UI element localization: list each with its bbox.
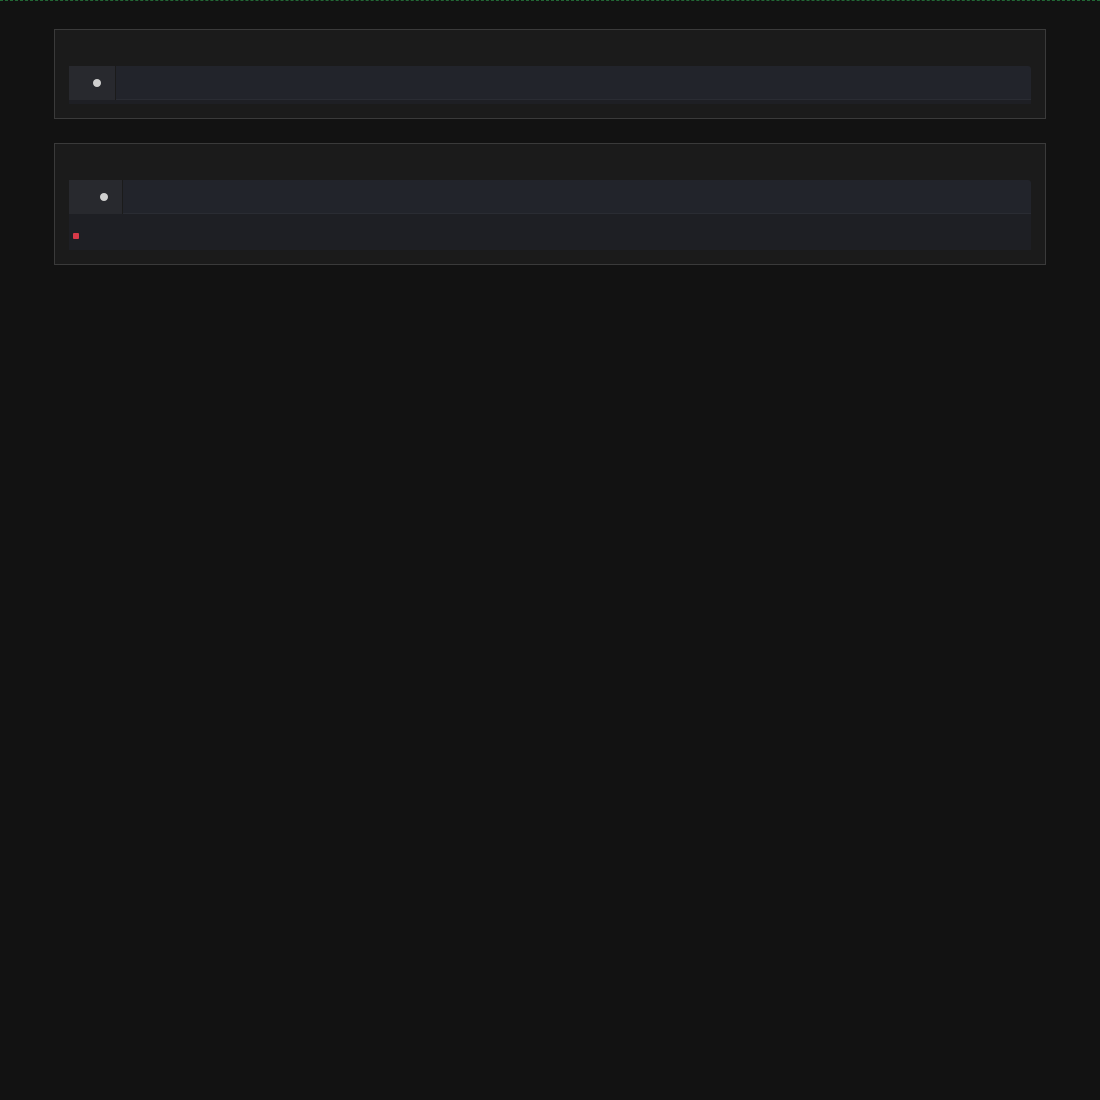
editor-tab[interactable] [69, 180, 123, 214]
editor-tabbar [69, 180, 1031, 214]
breakpoint-icon[interactable] [69, 222, 83, 246]
page [0, 0, 1100, 1100]
code-editor[interactable] [69, 100, 1031, 104]
step1-title [55, 30, 1045, 66]
dirty-indicator-icon [100, 193, 108, 201]
step2-panel [54, 143, 1046, 265]
code-line [69, 222, 1031, 246]
editor-tabbar [69, 66, 1031, 100]
code-editor[interactable] [69, 214, 1031, 250]
step2-title [55, 144, 1045, 180]
top-divider [0, 0, 1100, 1]
step1-panel [54, 29, 1046, 119]
editor-tab[interactable] [69, 66, 116, 100]
dirty-indicator-icon [93, 79, 101, 87]
